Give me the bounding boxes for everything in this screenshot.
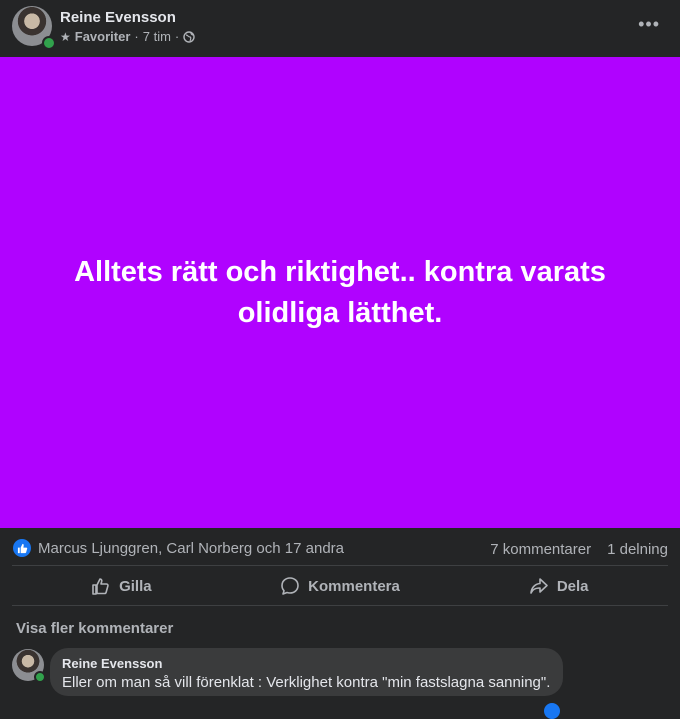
reactions-bar: Marcus Ljunggren, Carl Norberg och 17 an…: [0, 538, 680, 560]
post-background[interactable]: Alltets rätt och riktighet.. kontra vara…: [0, 57, 680, 528]
comment-icon: [281, 577, 299, 595]
post-time[interactable]: 7 tim: [143, 29, 171, 44]
avatar[interactable]: [12, 6, 56, 50]
meta-separator: ·: [174, 29, 180, 44]
meta-separator: ·: [134, 29, 139, 44]
post-author-name[interactable]: Reine Evensson: [60, 9, 176, 26]
post-meta: ★ Favoriter · 7 tim ·: [60, 29, 195, 44]
like-icon: [544, 703, 560, 719]
like-button[interactable]: Gilla: [12, 567, 231, 605]
favorites-label[interactable]: Favoriter: [75, 29, 131, 44]
comment-author[interactable]: Reine Evensson: [62, 656, 551, 671]
shares-count[interactable]: 1 delning: [607, 541, 668, 558]
comments-count[interactable]: 7 kommentarer: [490, 541, 591, 558]
divider: [12, 605, 668, 606]
thumbs-up-icon: [92, 578, 109, 595]
comment-bubble: Reine Evensson Eller om man så vill före…: [50, 648, 563, 696]
action-bar: Gilla Kommentera Dela: [12, 567, 668, 605]
more-options-icon[interactable]: •••: [638, 14, 660, 35]
comment-label: Kommentera: [308, 577, 400, 595]
star-icon: ★: [60, 29, 71, 44]
view-more-comments-link[interactable]: Visa fler kommentarer: [16, 620, 173, 637]
divider: [12, 565, 668, 566]
post-header: Reine Evensson ★ Favoriter · 7 tim · •••: [0, 0, 680, 57]
avatar[interactable]: [12, 649, 46, 683]
comment-button[interactable]: Kommentera: [231, 567, 450, 605]
share-label: Dela: [556, 577, 589, 595]
like-icon[interactable]: [13, 539, 31, 557]
post-text: Alltets rätt och riktighet.. kontra vara…: [74, 255, 606, 329]
share-button[interactable]: Dela: [449, 567, 668, 605]
comment-text: Eller om man så vill förenklat : Verklig…: [62, 674, 551, 691]
reaction-names[interactable]: Marcus Ljunggren, Carl Norberg och 17 an…: [38, 540, 344, 557]
share-icon: [530, 578, 548, 594]
like-label: Gilla: [119, 577, 152, 595]
post-counts: 7 kommentarer 1 delning: [490, 541, 668, 558]
globe-icon[interactable]: [183, 30, 195, 43]
